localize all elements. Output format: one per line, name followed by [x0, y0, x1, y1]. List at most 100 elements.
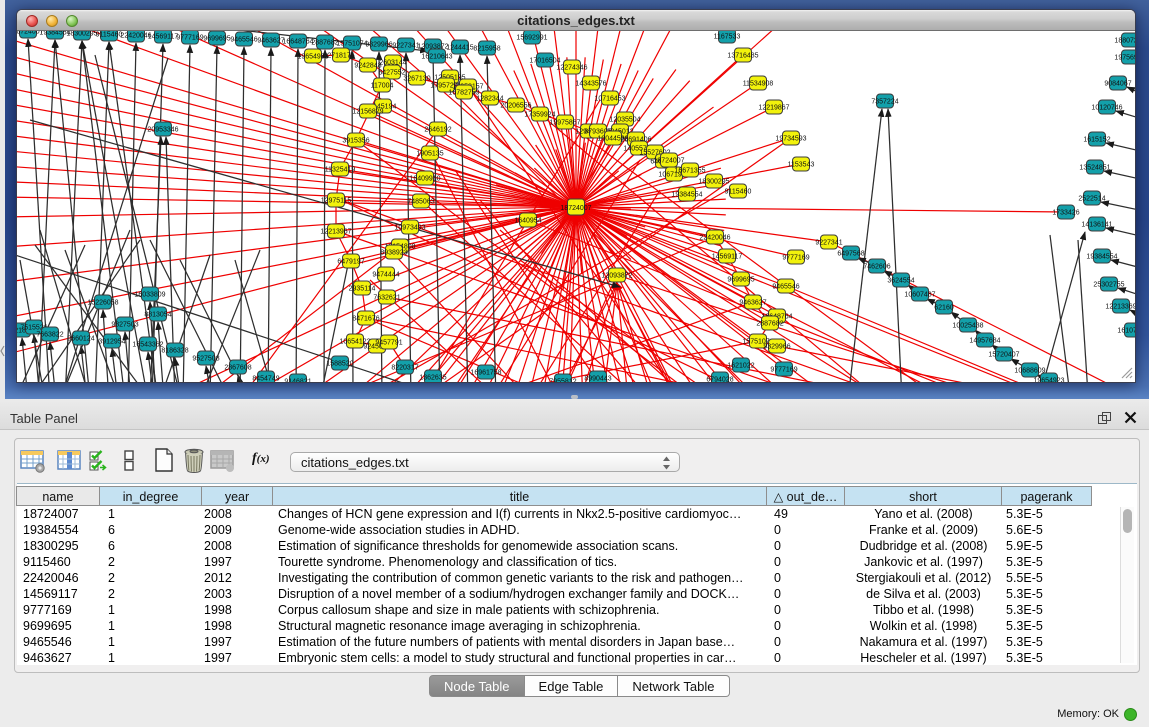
svg-text:2887682: 2887682: [311, 40, 338, 47]
svg-text:8471676: 8471676: [352, 316, 379, 323]
svg-text:11534908: 11534908: [743, 81, 774, 88]
svg-text:12975115: 12975115: [321, 198, 352, 205]
svg-text:9457791: 9457791: [375, 340, 402, 347]
svg-text:8215958: 8215958: [473, 46, 500, 53]
svg-text:12274346: 12274346: [556, 65, 587, 72]
svg-text:9827503: 9827503: [111, 322, 138, 329]
svg-text:7663822: 7663822: [36, 332, 63, 339]
svg-text:18724007: 18724007: [560, 205, 591, 212]
svg-text:2522514: 2522514: [1078, 196, 1105, 203]
svg-text:18724007: 18724007: [653, 158, 684, 165]
svg-text:13524851: 13524851: [1079, 165, 1110, 172]
svg-text:9115460: 9115460: [96, 32, 123, 39]
svg-text:16648764: 16648764: [282, 39, 313, 46]
svg-text:17359924: 17359924: [524, 112, 555, 119]
svg-text:1905135: 1905135: [416, 151, 443, 158]
svg-text:9242848: 9242848: [354, 63, 381, 70]
svg-text:11325419: 11325419: [325, 167, 356, 174]
svg-text:7955812: 7955812: [549, 379, 576, 383]
svg-text:14569117: 14569117: [148, 34, 179, 41]
svg-text:19384554: 19384554: [671, 192, 702, 199]
svg-text:9463627: 9463627: [257, 38, 284, 45]
svg-text:1615152: 1615152: [1083, 137, 1110, 144]
svg-text:1640954: 1640954: [514, 218, 541, 225]
svg-text:8990443: 8990443: [584, 376, 611, 383]
svg-text:18300295: 18300295: [698, 179, 729, 186]
svg-text:2867608: 2867608: [224, 365, 251, 372]
svg-text:8186328: 8186328: [161, 348, 188, 355]
svg-text:12156829: 12156829: [352, 109, 383, 116]
svg-text:16543362: 16543362: [132, 342, 163, 349]
svg-text:9777169: 9777169: [176, 35, 203, 42]
svg-text:1362635: 1362635: [419, 375, 446, 382]
svg-text:14136141: 14136141: [1081, 222, 1112, 229]
svg-text:9660124: 9660124: [67, 336, 94, 343]
svg-text:19975867: 19975867: [549, 120, 580, 127]
svg-text:10973493: 10973493: [394, 225, 425, 232]
svg-text:1244415: 1244415: [446, 45, 473, 52]
svg-text:9463627: 9463627: [739, 300, 766, 307]
svg-text:16671355: 16671355: [674, 168, 705, 175]
svg-text:13716485: 13716485: [727, 53, 758, 60]
svg-text:9329966: 9329966: [365, 42, 392, 49]
svg-text:7462606: 7462606: [863, 264, 890, 271]
svg-text:15226058: 15226058: [87, 300, 118, 307]
svg-text:8454749: 8454749: [252, 376, 279, 383]
svg-text:2718176: 2718176: [327, 53, 354, 60]
svg-text:9329966: 9329966: [763, 344, 790, 351]
svg-text:7357224: 7357224: [871, 99, 898, 106]
svg-text:12219867: 12219867: [758, 105, 789, 112]
svg-text:6794028: 6794028: [706, 377, 733, 383]
svg-text:9777169: 9777169: [782, 255, 809, 262]
svg-text:10607487: 10607487: [904, 292, 935, 299]
svg-text:19756928: 19756928: [1114, 55, 1135, 62]
svg-text:9465546: 9465546: [230, 37, 257, 44]
svg-text:10025438: 10025438: [952, 323, 983, 330]
svg-text:8938923: 8938923: [380, 250, 407, 257]
svg-text:62160: 62160: [934, 305, 954, 312]
svg-text:16409910: 16409910: [409, 176, 440, 183]
svg-text:1282344: 1282344: [476, 96, 503, 103]
svg-text:16033809: 16033809: [134, 292, 165, 299]
svg-text:16210643: 16210643: [421, 54, 452, 61]
svg-text:12093872: 12093872: [601, 273, 632, 280]
svg-text:3267130: 3267130: [403, 76, 430, 83]
svg-text:18300295: 18300295: [66, 31, 97, 38]
svg-text:14569117: 14569117: [712, 254, 743, 261]
svg-text:14343576: 14343576: [575, 81, 606, 88]
svg-text:8813054: 8813054: [144, 312, 171, 319]
svg-text:19384554: 19384554: [1086, 254, 1117, 261]
svg-text:7485063: 7485063: [407, 199, 434, 206]
svg-text:2935114: 2935114: [349, 286, 376, 293]
svg-text:9115460: 9115460: [725, 189, 752, 196]
svg-text:16107553: 16107553: [1117, 328, 1135, 335]
svg-text:6497568: 6497568: [837, 251, 864, 258]
svg-text:3624554: 3624554: [887, 278, 914, 285]
svg-text:10688609: 10688609: [1014, 368, 1045, 375]
svg-text:22420046: 22420046: [699, 235, 730, 242]
svg-text:9474444: 9474444: [372, 272, 399, 279]
svg-text:16961758: 16961758: [470, 370, 501, 377]
svg-text:6479197: 6479197: [337, 259, 364, 266]
svg-text:1153543: 1153543: [788, 162, 815, 169]
svg-text:9699695: 9699695: [203, 36, 230, 43]
svg-text:1621022: 1621022: [727, 363, 754, 370]
svg-text:9227341: 9227341: [815, 240, 842, 247]
svg-text:18807249: 18807249: [1114, 38, 1135, 45]
svg-text:1733426: 1733426: [1052, 210, 1079, 217]
svg-text:12213967: 12213967: [320, 229, 351, 236]
svg-text:9465546: 9465546: [772, 284, 799, 291]
svg-text:8427552: 8427552: [378, 70, 405, 77]
svg-text:19734593: 19734593: [775, 136, 806, 143]
svg-text:12213369: 12213369: [1105, 304, 1135, 311]
svg-text:25302755: 25302755: [1093, 282, 1124, 289]
svg-text:3915356: 3915356: [342, 138, 369, 145]
svg-text:3912954: 3912954: [98, 339, 125, 346]
svg-text:9699695: 9699695: [727, 277, 754, 284]
svg-text:2646192: 2646192: [424, 127, 451, 134]
svg-text:20953346: 20953346: [147, 127, 178, 134]
svg-text:20206556: 20206556: [500, 103, 531, 110]
svg-text:9527508: 9527508: [192, 356, 219, 363]
svg-text:9084067: 9084067: [1104, 81, 1131, 88]
svg-text:1167533: 1167533: [714, 34, 741, 41]
